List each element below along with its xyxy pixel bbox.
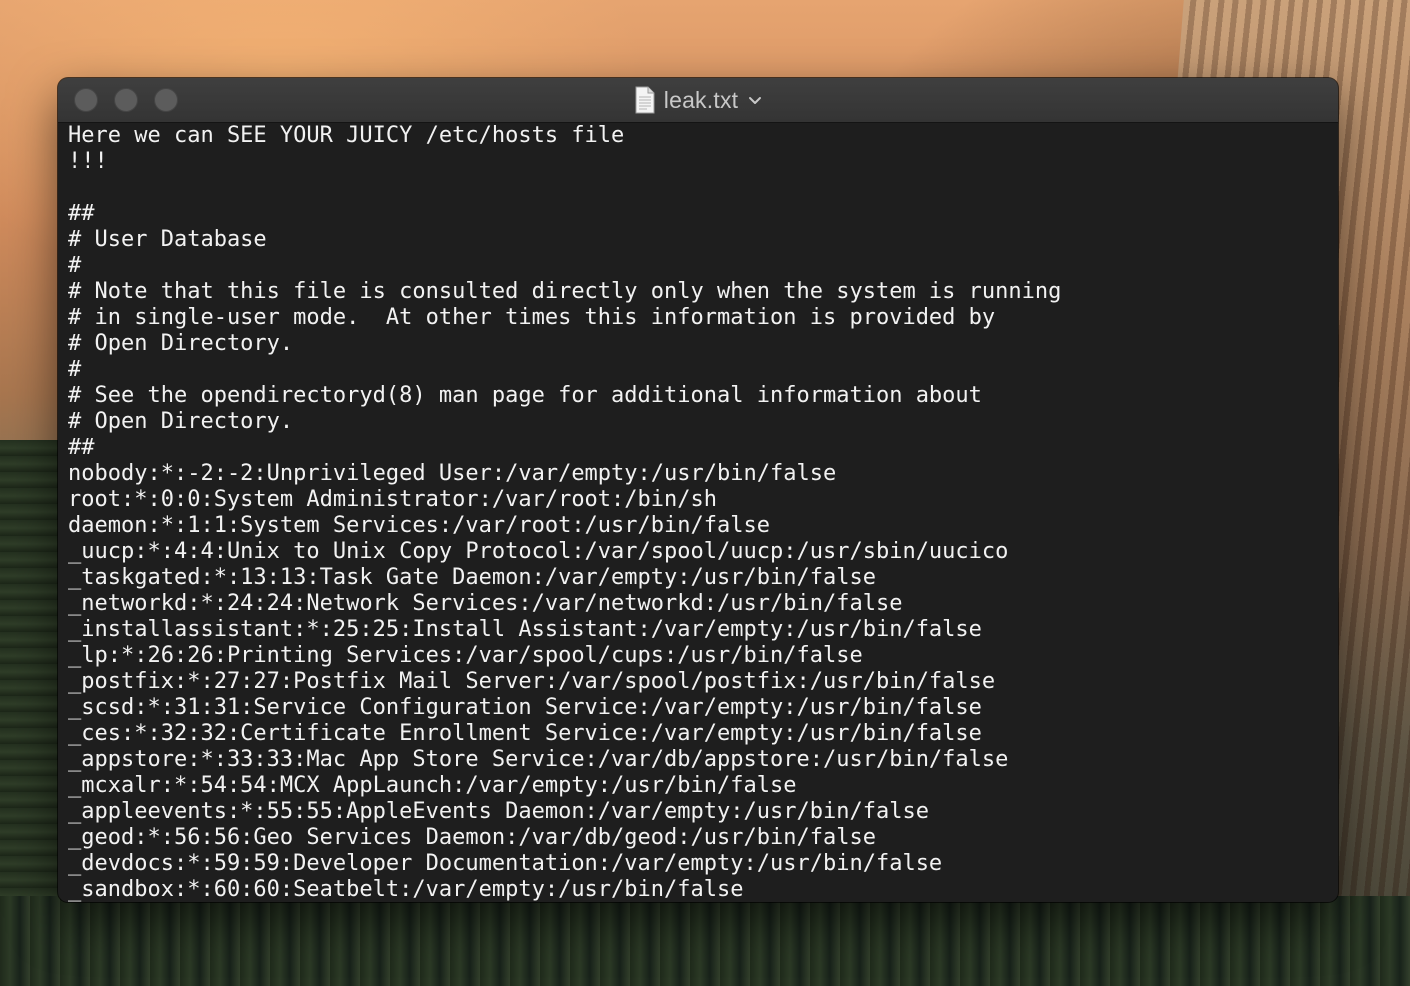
text-editor-window: leak.txt Here we can SEE YOUR JUICY /etc… bbox=[58, 78, 1338, 902]
text-line: _appstore:*:33:33:Mac App Store Service:… bbox=[68, 747, 1009, 772]
text-line: _uucp:*:4:4:Unix to Unix Copy Protocol:/… bbox=[68, 539, 1009, 564]
text-line: _networkd:*:24:24:Network Services:/var/… bbox=[68, 591, 903, 616]
text-line: _ces:*:32:32:Certificate Enrollment Serv… bbox=[68, 721, 982, 746]
text-editor-area[interactable]: Here we can SEE YOUR JUICY /etc/hosts fi… bbox=[58, 123, 1338, 902]
text-line bbox=[68, 175, 1338, 201]
text-line: ## bbox=[68, 435, 95, 460]
text-line: # bbox=[68, 357, 82, 382]
text-line: # See the opendirectoryd(8) man page for… bbox=[68, 383, 982, 408]
text-line: # Note that this file is consulted direc… bbox=[68, 279, 1062, 304]
text-line: ## bbox=[68, 201, 95, 226]
window-title: leak.txt bbox=[663, 86, 739, 113]
text-line: !!! bbox=[68, 149, 108, 174]
text-line: _installassistant:*:25:25:Install Assist… bbox=[68, 617, 982, 642]
text-line: Here we can SEE YOUR JUICY /etc/hosts fi… bbox=[68, 123, 625, 148]
text-line: _geod:*:56:56:Geo Services Daemon:/var/d… bbox=[68, 825, 876, 850]
text-line: root:*:0:0:System Administrator:/var/roo… bbox=[68, 487, 718, 512]
text-line: _devdocs:*:59:59:Developer Documentation… bbox=[68, 851, 943, 876]
text-line: _scsd:*:31:31:Service Configuration Serv… bbox=[68, 695, 982, 720]
window-title-group[interactable]: leak.txt bbox=[58, 78, 1338, 122]
desktop-wallpaper-forest bbox=[0, 896, 1410, 986]
text-document-icon bbox=[635, 86, 655, 114]
text-line: _appleevents:*:55:55:AppleEvents Daemon:… bbox=[68, 799, 929, 824]
text-line: # bbox=[68, 253, 82, 278]
text-line: # User Database bbox=[68, 227, 267, 252]
text-line: _postfix:*:27:27:Postfix Mail Server:/va… bbox=[68, 669, 996, 694]
text-line: _sandbox:*:60:60:Seatbelt:/var/empty:/us… bbox=[68, 877, 744, 902]
text-line: daemon:*:1:1:System Services:/var/root:/… bbox=[68, 513, 770, 538]
text-line: _mcxalr:*:54:54:MCX AppLaunch:/var/empty… bbox=[68, 773, 797, 798]
text-line: _taskgated:*:13:13:Task Gate Daemon:/var… bbox=[68, 565, 876, 590]
chevron-down-icon[interactable] bbox=[748, 93, 762, 107]
text-line: # Open Directory. bbox=[68, 331, 294, 356]
text-line: nobody:*:-2:-2:Unprivileged User:/var/em… bbox=[68, 461, 837, 486]
text-line: # Open Directory. bbox=[68, 409, 294, 434]
text-line: _lp:*:26:26:Printing Services:/var/spool… bbox=[68, 643, 863, 668]
window-titlebar[interactable]: leak.txt bbox=[58, 78, 1338, 123]
text-line: # in single-user mode. At other times th… bbox=[68, 305, 996, 330]
